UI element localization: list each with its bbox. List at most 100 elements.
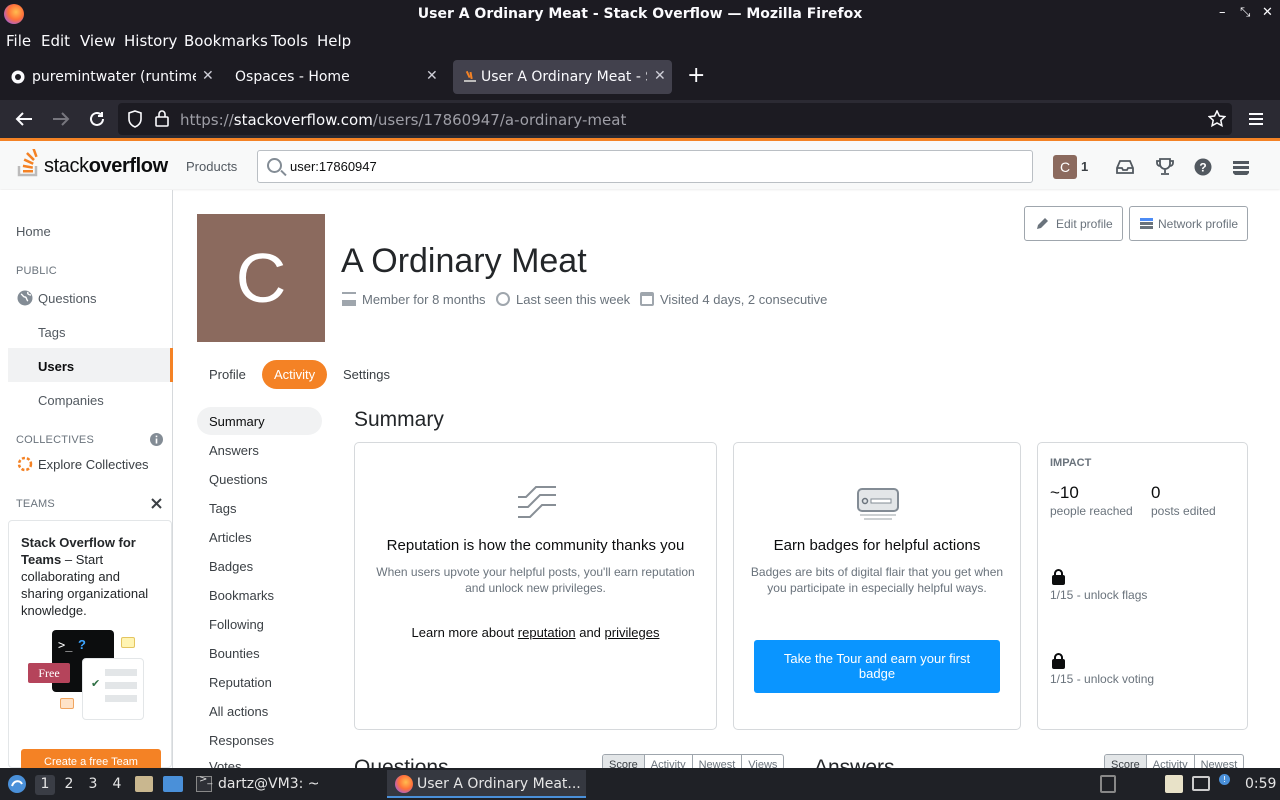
sort-views[interactable]: Views xyxy=(742,755,783,769)
workspace-3[interactable]: 3 xyxy=(83,775,103,795)
taskbar-firefox[interactable]: User A Ordinary Meat... xyxy=(417,776,581,792)
nav-explore-collectives[interactable]: Explore Collectives xyxy=(38,457,149,472)
site-switcher-icon[interactable] xyxy=(1231,157,1251,177)
tab-user-profile[interactable]: User A Ordinary Meat - St ✕ xyxy=(453,60,672,94)
subnav-reputation[interactable]: Reputation xyxy=(209,675,272,690)
nav-questions[interactable]: Questions xyxy=(38,291,97,306)
so-topbar: stackoverflow Products user:17860947 C 1… xyxy=(0,138,1280,189)
forward-icon[interactable] xyxy=(52,111,70,127)
subnav-following[interactable]: Following xyxy=(209,617,264,632)
subnav-responses[interactable]: Responses xyxy=(209,733,274,748)
menu-history[interactable]: History xyxy=(124,32,177,50)
achievements-trophy-icon[interactable] xyxy=(1155,157,1175,177)
menu-tools[interactable]: Tools xyxy=(271,32,308,50)
nav-companies[interactable]: Companies xyxy=(38,393,104,408)
reload-icon[interactable] xyxy=(88,110,106,128)
subnav-bookmarks[interactable]: Bookmarks xyxy=(209,588,274,603)
network-profile-button[interactable]: Network profile xyxy=(1129,206,1248,241)
impact-card: IMPACT ~10 people reached 0 posts edited… xyxy=(1037,442,1248,730)
close-window-button[interactable]: ✕ xyxy=(1262,5,1273,20)
chat-bubble-icon xyxy=(60,698,74,709)
edit-profile-button[interactable]: Edit profile xyxy=(1024,206,1123,241)
sort-activity[interactable]: Activity xyxy=(645,755,693,769)
close-icon[interactable] xyxy=(151,498,162,509)
tab-puremintwater[interactable]: puremintwater (runtime) ✕ xyxy=(4,60,218,94)
shield-icon[interactable] xyxy=(127,110,143,128)
take-tour-label: Take the Tour and earn your first badge xyxy=(783,651,971,681)
menu-view[interactable]: View xyxy=(80,32,116,50)
visited-text: Visited 4 days, 2 consecutive xyxy=(660,292,828,307)
minimize-button[interactable]: – xyxy=(1219,5,1226,20)
bookmark-star-icon[interactable] xyxy=(1208,110,1226,128)
menu-bookmarks[interactable]: Bookmarks xyxy=(184,32,268,50)
file-manager-icon[interactable] xyxy=(135,776,153,792)
subnav-tags[interactable]: Tags xyxy=(209,501,236,516)
member-since-text: Member for 8 months xyxy=(362,292,486,307)
user-avatar[interactable]: C xyxy=(1053,155,1077,179)
notification-badge-icon[interactable]: ! xyxy=(1219,774,1230,785)
teams-promo-text: Stack Overflow for Teams – Start collabo… xyxy=(21,534,161,619)
subnav-summary[interactable]: Summary xyxy=(209,414,265,429)
inbox-icon[interactable] xyxy=(1115,157,1135,177)
hamburger-menu-icon[interactable] xyxy=(1248,112,1264,126)
workspace-1[interactable]: 1 xyxy=(35,775,55,795)
close-tab-icon[interactable]: ✕ xyxy=(426,68,438,84)
clipboard-icon[interactable] xyxy=(1100,775,1116,793)
workspace-2[interactable]: 2 xyxy=(59,775,79,795)
notes-icon[interactable] xyxy=(1165,775,1183,793)
search-value: user:17860947 xyxy=(290,159,377,174)
sort-score[interactable]: Score xyxy=(1105,755,1147,769)
take-tour-button[interactable]: Take the Tour and earn your first badge xyxy=(754,640,1000,693)
menu-file[interactable]: File xyxy=(6,32,31,50)
products-menu[interactable]: Products xyxy=(186,159,237,174)
people-reached-label: people reached xyxy=(1050,504,1133,518)
sort-newest[interactable]: Newest xyxy=(1195,755,1244,769)
sort-score[interactable]: Score xyxy=(603,755,645,769)
maximize-button[interactable]: ⤡ xyxy=(1240,5,1250,20)
back-icon[interactable] xyxy=(15,111,33,127)
sort-activity[interactable]: Activity xyxy=(1147,755,1195,769)
menu-help[interactable]: Help xyxy=(317,32,351,50)
tab-ospaces[interactable]: Ospaces - Home ✕ xyxy=(222,60,448,94)
privileges-link[interactable]: privileges xyxy=(605,625,660,640)
show-desktop-icon[interactable] xyxy=(163,776,183,792)
tab-settings[interactable]: Settings xyxy=(331,360,399,389)
taskbar-terminal[interactable]: dartz@VM3: ~ xyxy=(218,776,320,792)
search-input[interactable]: user:17860947 xyxy=(257,150,1033,183)
reputation-stairs-icon xyxy=(518,486,556,518)
logo-text-overflow: overflow xyxy=(88,155,168,177)
subnav-articles[interactable]: Articles xyxy=(209,530,252,545)
nav-tags[interactable]: Tags xyxy=(38,325,65,340)
sort-newest[interactable]: Newest xyxy=(693,755,743,769)
stackoverflow-logo-icon xyxy=(17,149,38,177)
url-bar[interactable]: https://stackoverflow.com/users/17860947… xyxy=(118,103,1232,135)
new-tab-button[interactable]: + xyxy=(687,63,705,88)
subnav-all-actions[interactable]: All actions xyxy=(209,704,268,719)
subnav-questions[interactable]: Questions xyxy=(209,472,268,487)
help-icon[interactable]: ? xyxy=(1193,157,1213,177)
subnav-votes[interactable]: Votes xyxy=(209,759,242,768)
profile-name: A Ordinary Meat xyxy=(341,242,587,280)
start-menu-icon[interactable] xyxy=(7,774,27,794)
lock-icon xyxy=(1052,653,1065,669)
github-icon xyxy=(11,70,25,84)
reputation-link[interactable]: reputation xyxy=(518,625,576,640)
lock-icon[interactable] xyxy=(155,110,169,127)
close-tab-icon[interactable]: ✕ xyxy=(654,68,666,84)
workspace-4[interactable]: 4 xyxy=(107,775,127,795)
tab-activity[interactable]: Activity xyxy=(262,360,327,389)
tab-profile[interactable]: Profile xyxy=(197,360,257,389)
calendar-icon xyxy=(640,292,654,306)
pencil-icon xyxy=(1037,218,1048,229)
nav-home[interactable]: Home xyxy=(16,224,51,239)
url-text[interactable]: https://stackoverflow.com/users/17860947… xyxy=(180,111,626,129)
subnav-badges[interactable]: Badges xyxy=(209,559,253,574)
badge-card-icon xyxy=(857,488,899,520)
nav-users[interactable]: Users xyxy=(38,359,74,374)
info-icon[interactable] xyxy=(150,433,163,446)
menu-edit[interactable]: Edit xyxy=(41,32,70,50)
close-tab-icon[interactable]: ✕ xyxy=(202,68,214,84)
subnav-answers[interactable]: Answers xyxy=(209,443,259,458)
subnav-bounties[interactable]: Bounties xyxy=(209,646,260,661)
network-icon[interactable] xyxy=(1192,776,1210,791)
